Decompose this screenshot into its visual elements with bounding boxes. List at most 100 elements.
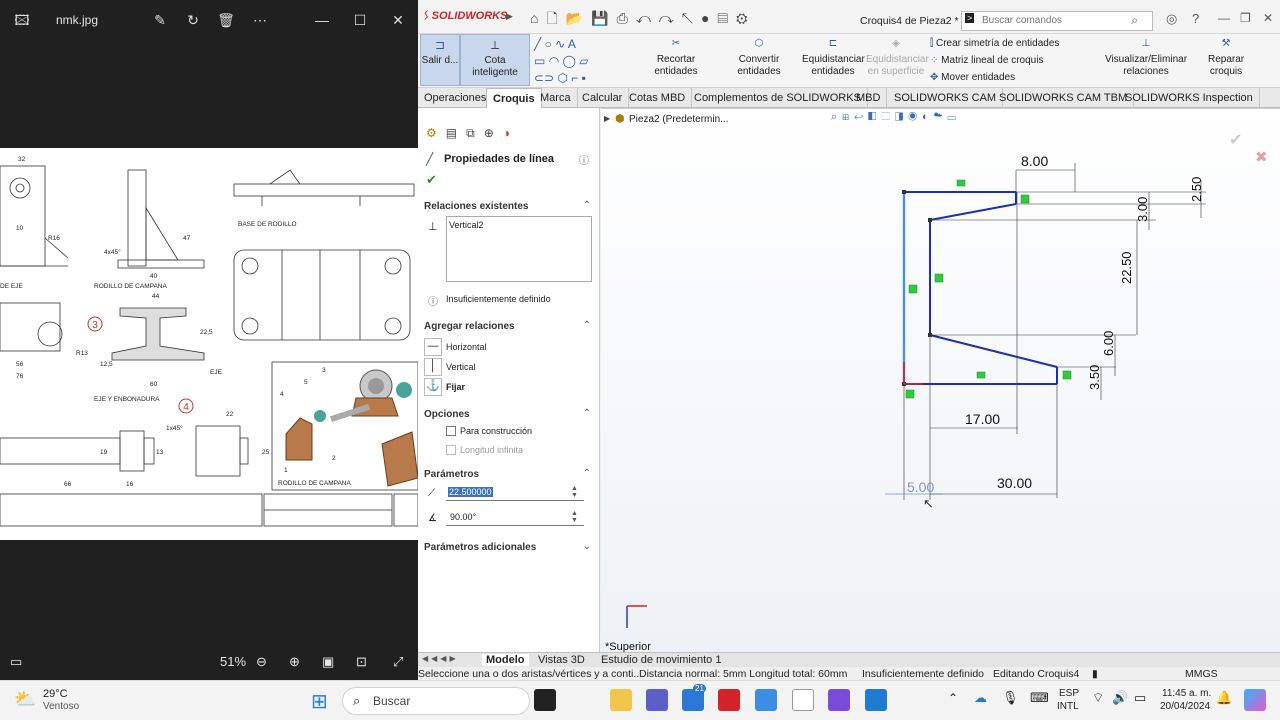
tab-calcular[interactable]: Calcular xyxy=(576,88,630,108)
print-icon[interactable]: ⎙ xyxy=(617,10,636,26)
copilot-icon[interactable] xyxy=(1244,689,1266,711)
additional-params-header[interactable]: Parámetros adicionales xyxy=(424,542,536,553)
tab-sw-cam-tbm[interactable]: SOLIDWORKS CAM TBM xyxy=(993,88,1135,108)
dim-xpert-icon[interactable]: ⊕ xyxy=(484,126,503,140)
relation-fix[interactable]: ⚓ Fijar xyxy=(424,378,594,396)
collapse-existing-icon[interactable]: ⌃ xyxy=(583,200,591,211)
volume-icon[interactable]: 🔊 xyxy=(1112,690,1128,706)
options-icon[interactable]: ⚙ xyxy=(736,10,755,26)
select-icon[interactable]: ↖ xyxy=(682,10,701,26)
search-input[interactable]: Buscar comandos xyxy=(982,15,1062,26)
dim-5[interactable]: 5.00 xyxy=(907,479,934,495)
confirm-corner-icon[interactable]: ✔ xyxy=(1229,130,1242,150)
graphics-area[interactable]: ▶ ⬢ Pieza2 (Predetermin... ⌕⊞↩◧⬚◨◉◐☁▭ 8.… xyxy=(601,108,1280,652)
relation-item[interactable]: Vertical2 xyxy=(449,220,484,230)
status-units[interactable]: MMGS xyxy=(1185,668,1218,680)
sw-close-icon[interactable]: ✕ xyxy=(1263,11,1273,25)
solidworks-taskbar-icon[interactable] xyxy=(718,689,740,711)
actual-size-icon[interactable]: ⊡ xyxy=(356,654,367,670)
edit-icon[interactable]: ✎ xyxy=(150,10,170,30)
user-icon[interactable]: ◎ xyxy=(1166,11,1177,27)
sw-restore-icon[interactable]: ❐ xyxy=(1240,11,1251,25)
tab-vistas-3d[interactable]: Vistas 3D xyxy=(538,654,585,666)
linear-pattern-button[interactable]: ⁘ Matriz lineal de croquis xyxy=(930,55,1043,66)
property-manager-icon[interactable]: ▤ xyxy=(446,126,466,140)
fillet-icon[interactable]: ⌐ xyxy=(571,71,578,85)
tab-marca[interactable]: Marca xyxy=(534,88,578,108)
dim-3-5[interactable]: 3.50 xyxy=(1087,365,1102,390)
parameters-header[interactable]: Parámetros xyxy=(424,469,479,480)
tablet-icon[interactable] xyxy=(865,689,887,711)
dim-22-5[interactable]: 22.50 xyxy=(1119,251,1134,284)
onedrive-icon[interactable]: ☁ xyxy=(974,690,987,706)
mirror-button[interactable]: ⫿ Crear simetría de entidades xyxy=(930,38,1059,49)
add-relations-header[interactable]: Agregar relaciones xyxy=(424,321,515,332)
config-manager-icon[interactable]: ⧉ xyxy=(466,126,484,140)
snipping-icon[interactable] xyxy=(792,689,814,711)
move-button[interactable]: ✥ Mover entidades xyxy=(930,72,1015,83)
bell-icon[interactable]: 🔔 xyxy=(1216,690,1232,706)
nav-arrows[interactable]: ◀◀◀▶ xyxy=(422,654,459,663)
length-input[interactable]: 22.500000 xyxy=(446,485,584,501)
smart-dimension-button[interactable]: ⟂ Cota inteligente xyxy=(460,34,530,86)
rebuild-icon[interactable]: ● xyxy=(701,10,717,26)
command-search[interactable]: > Buscar comandos ⌕ xyxy=(961,11,1153,31)
file-explorer-icon[interactable] xyxy=(610,689,632,711)
fullscreen-icon[interactable]: ⤢ xyxy=(393,654,403,670)
help-icon[interactable]: ? xyxy=(1192,11,1199,26)
home-icon[interactable]: ⌂ xyxy=(530,10,546,26)
undo-icon[interactable]: ↶ xyxy=(636,10,659,26)
display-manager-icon[interactable]: ◑ xyxy=(503,126,519,140)
collapse-options-icon[interactable]: ⌃ xyxy=(583,408,591,419)
offset-button[interactable]: ⊏ Equidistanciar entidades xyxy=(802,38,865,78)
point-icon[interactable]: ▪ xyxy=(582,71,586,85)
fit-window-icon[interactable]: ▣ xyxy=(322,654,334,670)
tab-sw-inspection[interactable]: SOLIDWORKS Inspection xyxy=(1119,88,1260,108)
clock-date[interactable]: 20/04/2024 xyxy=(1160,701,1210,712)
clipchamp-icon[interactable] xyxy=(828,689,850,711)
relations-button[interactable]: ⊥ Visualizar/Eliminar relaciones xyxy=(1086,38,1206,78)
collapse-params-icon[interactable]: ⌃ xyxy=(583,468,591,479)
overflow-icon[interactable]: ⌃ xyxy=(948,691,958,705)
dim-6[interactable]: 6.00 xyxy=(1101,331,1116,356)
options-header[interactable]: Opciones xyxy=(424,409,470,420)
slot-icon[interactable]: ⊂⊃ xyxy=(534,71,554,85)
sw-minimize-icon[interactable]: — xyxy=(1218,11,1230,25)
ellipse-icon[interactable]: ◯ xyxy=(563,54,576,68)
zoom-in-icon[interactable]: ⊕ xyxy=(289,654,300,670)
weather-desc[interactable]: Ventoso xyxy=(43,701,79,712)
length-spinner[interactable]: ▲ ▼ xyxy=(571,485,578,499)
redo-icon[interactable]: ↷ xyxy=(659,10,682,26)
dim-3[interactable]: 3.00 xyxy=(1135,197,1150,222)
tab-modelo[interactable]: Modelo xyxy=(482,654,529,666)
cancel-corner-icon[interactable]: ✖ xyxy=(1255,148,1268,166)
maximize-icon[interactable]: ☐ xyxy=(350,10,370,30)
new-icon[interactable]: 🗋 xyxy=(546,10,565,26)
close-icon[interactable]: ✕ xyxy=(388,10,408,30)
collapse-add-icon[interactable]: ⌃ xyxy=(583,320,591,331)
tab-cotas-mbd[interactable]: Cotas MBD xyxy=(623,88,693,108)
dim-2-5[interactable]: 2.50 xyxy=(1189,177,1204,202)
dim-17[interactable]: 17.00 xyxy=(965,411,1000,427)
delete-icon[interactable]: 🗑 xyxy=(216,10,236,30)
exit-sketch-button[interactable]: ⊐ Salir d... xyxy=(420,34,460,86)
tab-motion-study[interactable]: Estudio de movimiento 1 xyxy=(601,654,721,666)
convert-button[interactable]: ⬡ Convertir entidades xyxy=(718,38,800,78)
expand-additional-icon[interactable]: ⌄ xyxy=(583,541,591,552)
tab-complementos[interactable]: Complementos de SOLIDWORKS xyxy=(688,88,868,108)
polygon-icon[interactable]: ⬡ xyxy=(557,71,567,85)
lang-layout[interactable]: INTL xyxy=(1057,701,1079,712)
minimize-icon[interactable]: — xyxy=(312,10,332,30)
length-value[interactable]: 22.500000 xyxy=(448,487,493,497)
teams-icon[interactable] xyxy=(646,689,668,711)
wifi-icon[interactable]: ⌔ xyxy=(1092,690,1104,706)
feature-tree-icon[interactable]: ⚙ xyxy=(426,126,446,140)
start-icon[interactable]: ⊞ xyxy=(311,689,328,714)
circle-icon[interactable]: ○ xyxy=(545,37,552,51)
taskbar-search[interactable]: ⌕ Buscar xyxy=(342,687,530,715)
keyboard-icon[interactable]: ⌨ xyxy=(1030,690,1049,706)
open-icon[interactable]: 📂 xyxy=(566,10,591,26)
search-icon[interactable]: ⌕ xyxy=(1131,13,1138,28)
line-icon[interactable]: ╱ xyxy=(534,37,541,51)
task-view-icon[interactable] xyxy=(534,689,556,711)
